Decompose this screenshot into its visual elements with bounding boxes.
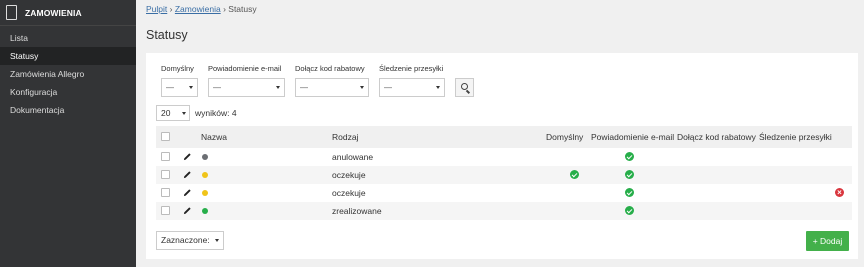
sidebar-item-zamowienia-allegro[interactable]: Zamówienia Allegro	[0, 65, 136, 83]
check-circle-icon	[625, 170, 634, 179]
caret-down-icon	[360, 86, 364, 89]
header-default[interactable]: Domyślny	[546, 132, 583, 142]
sidebar: ZAMOWIENIA Lista Statusy Zamówienia Alle…	[0, 0, 136, 267]
row-checkbox[interactable]	[161, 206, 170, 215]
select-value: —	[213, 83, 221, 92]
status-color-dot	[202, 172, 208, 178]
document-icon	[6, 5, 17, 20]
header-discount[interactable]: Dołącz kod rabatowy	[677, 132, 756, 142]
sidebar-header: ZAMOWIENIA	[0, 0, 136, 26]
filter-email-select[interactable]: —	[208, 78, 285, 97]
sidebar-item-konfiguracja[interactable]: Konfiguracja	[0, 83, 136, 101]
select-value: —	[384, 83, 392, 92]
breadcrumb-section-link[interactable]: Zamowienia	[175, 4, 221, 14]
main-content: Pulpit › Zamowienia › Statusy Statusy Do…	[136, 0, 864, 267]
filter-tracking: Śledzenie przesyłki —	[379, 64, 445, 97]
bulk-action-label: Zaznaczone:	[161, 235, 210, 245]
table-row: oczekuje	[156, 166, 852, 184]
pencil-icon[interactable]	[183, 152, 192, 161]
breadcrumb-current: Statusy	[228, 4, 257, 14]
breadcrumb-home-link[interactable]: Pulpit	[146, 4, 167, 14]
per-page-select[interactable]: 20	[156, 105, 190, 121]
close-circle-icon[interactable]: ×	[835, 188, 844, 197]
row-checkbox[interactable]	[161, 188, 170, 197]
filter-default-select[interactable]: —	[161, 78, 198, 97]
pencil-icon[interactable]	[183, 170, 192, 179]
table-row: oczekuje ×	[156, 184, 852, 202]
filter-discount: Dołącz kod rabatowy —	[295, 64, 369, 97]
select-all-checkbox[interactable]	[161, 132, 170, 141]
filter-label: Powiadomienie e-mail	[208, 64, 282, 73]
caret-down-icon	[215, 239, 219, 242]
status-name: anulowane	[332, 152, 374, 162]
select-value: —	[300, 83, 308, 92]
table-body: anulowane oczekuje oczekuje × zrealizowane	[156, 148, 852, 220]
header-type[interactable]: Rodzaj	[332, 132, 358, 142]
sidebar-item-lista[interactable]: Lista	[0, 29, 136, 47]
table-row: anulowane	[156, 148, 852, 166]
header-tracking[interactable]: Śledzenie przesyłki	[759, 132, 832, 142]
caret-down-icon	[436, 86, 440, 89]
select-value: —	[166, 83, 174, 92]
filter-email: Powiadomienie e-mail —	[208, 64, 285, 97]
sidebar-item-dokumentacja[interactable]: Dokumentacja	[0, 101, 136, 119]
pencil-icon[interactable]	[183, 206, 192, 215]
status-color-dot	[202, 154, 208, 160]
check-circle-icon	[570, 170, 579, 179]
add-button[interactable]: + Dodaj	[806, 231, 849, 251]
check-circle-icon	[625, 152, 634, 161]
table-row: zrealizowane	[156, 202, 852, 220]
caret-down-icon	[189, 86, 193, 89]
header-email[interactable]: Powiadomienie e-mail	[591, 132, 674, 142]
search-icon	[461, 83, 468, 90]
filter-bar: Domyślny — Powiadomienie e-mail — Dołącz…	[161, 64, 474, 97]
breadcrumb-separator: ›	[169, 4, 173, 14]
status-color-dot	[202, 208, 208, 214]
filter-label: Dołącz kod rabatowy	[295, 64, 365, 73]
status-table: Nazwa Rodzaj Domyślny Powiadomienie e-ma…	[156, 126, 852, 220]
breadcrumb: Pulpit › Zamowienia › Statusy	[146, 4, 257, 14]
bulk-action-select[interactable]: Zaznaczone:	[156, 231, 224, 250]
header-name[interactable]: Nazwa	[201, 132, 227, 142]
filter-tracking-select[interactable]: —	[379, 78, 445, 97]
search-icon-handle	[465, 90, 470, 94]
page-title: Statusy	[146, 28, 188, 42]
sidebar-title: ZAMOWIENIA	[25, 7, 82, 18]
sidebar-item-statusy[interactable]: Statusy	[0, 47, 136, 65]
status-name: zrealizowane	[332, 206, 382, 216]
row-checkbox[interactable]	[161, 170, 170, 179]
table-header: Nazwa Rodzaj Domyślny Powiadomienie e-ma…	[156, 126, 852, 148]
per-page-value: 20	[161, 108, 171, 118]
filter-label: Śledzenie przesyłki	[379, 64, 444, 73]
filter-discount-select[interactable]: —	[295, 78, 369, 97]
search-button[interactable]	[455, 78, 474, 97]
pencil-icon[interactable]	[183, 188, 192, 197]
caret-down-icon	[276, 86, 280, 89]
check-circle-icon	[625, 188, 634, 197]
filter-default: Domyślny —	[161, 64, 198, 97]
filter-label: Domyślny	[161, 64, 194, 73]
status-name: oczekuje	[332, 188, 366, 198]
check-circle-icon	[625, 206, 634, 215]
row-checkbox[interactable]	[161, 152, 170, 161]
status-name: oczekuje	[332, 170, 366, 180]
content-panel: Domyślny — Powiadomienie e-mail — Dołącz…	[146, 53, 858, 259]
status-color-dot	[202, 190, 208, 196]
results-count: wyników: 4	[195, 108, 237, 118]
breadcrumb-separator: ›	[223, 4, 226, 14]
caret-down-icon	[182, 112, 186, 115]
